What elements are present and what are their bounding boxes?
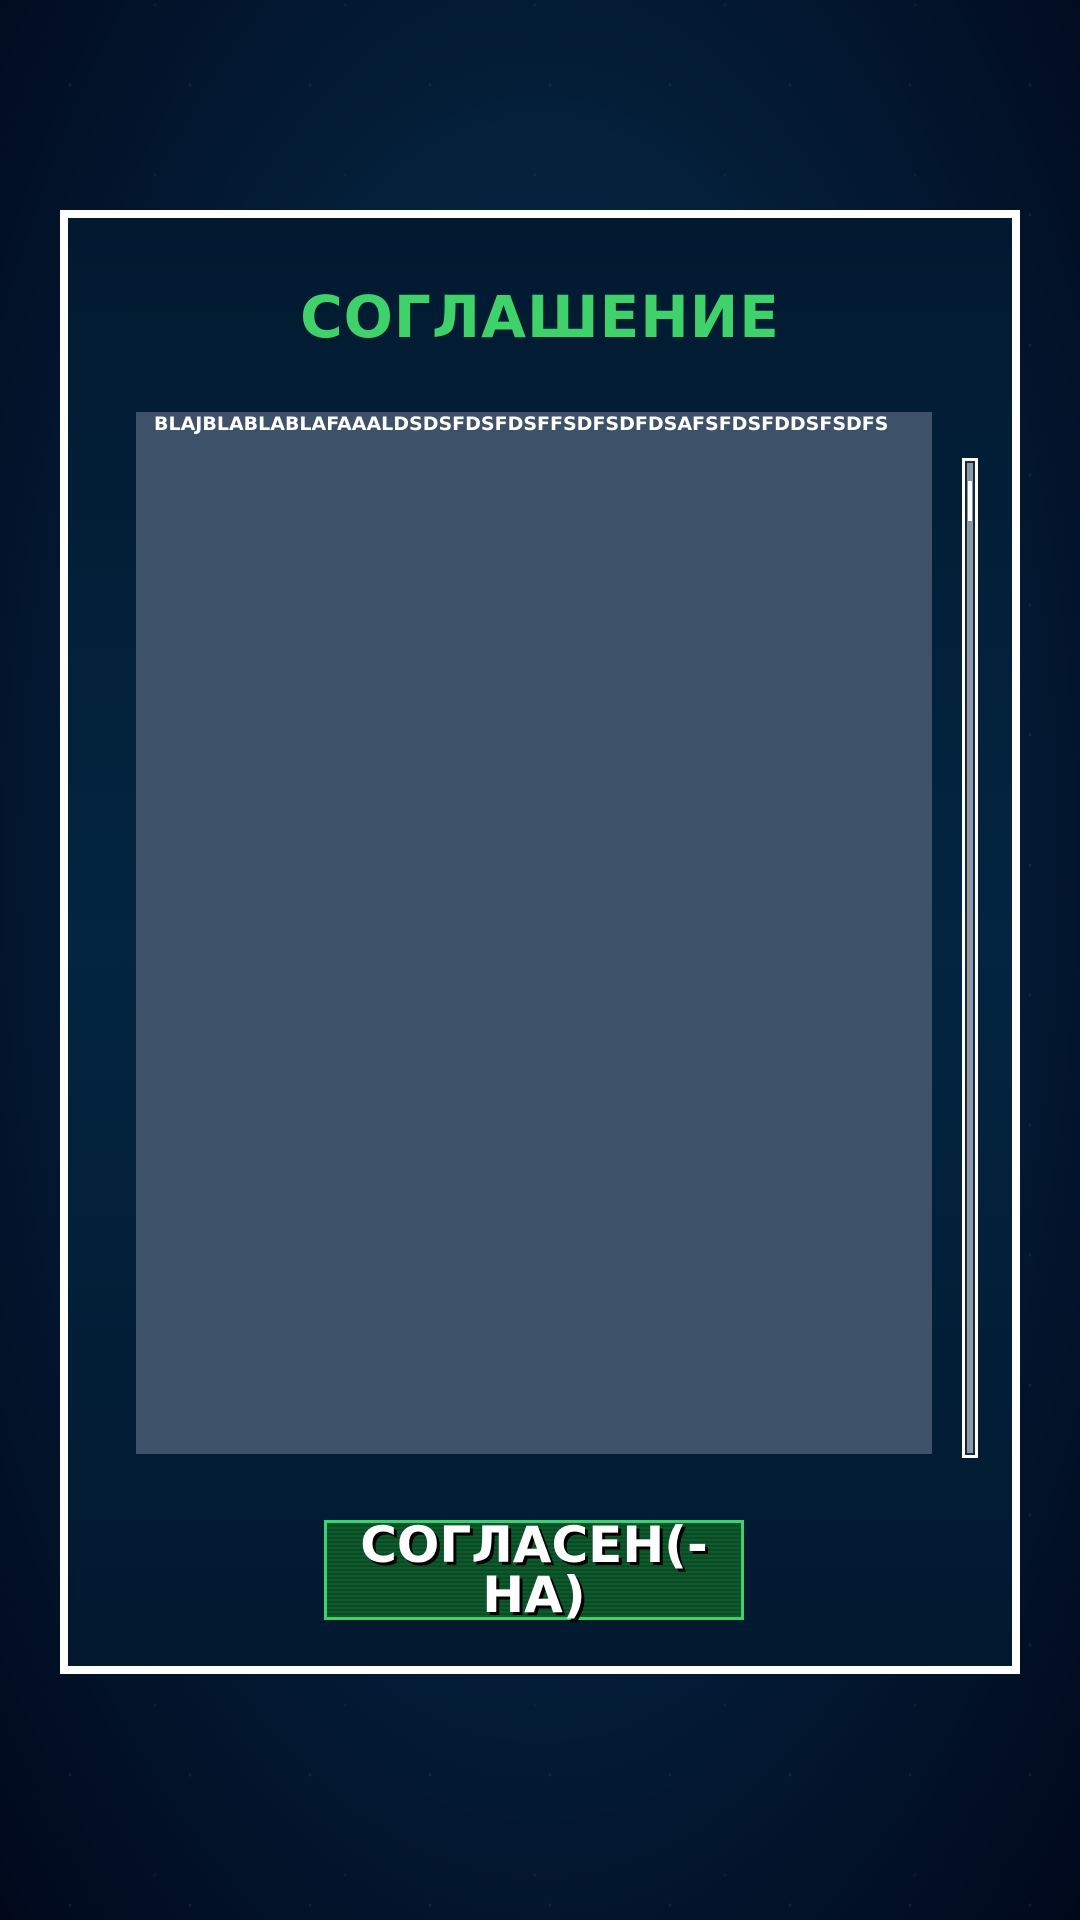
agree-button[interactable]: СОГЛАСЕН(-НА) bbox=[324, 1520, 744, 1620]
agreement-text-panel[interactable]: BLAJBLABLABLAFAAALDSDSFDSFDSFFSDFSDFDSAF… bbox=[136, 412, 932, 1454]
agreement-dialog: СОГЛАШЕНИЕ BLAJBLABLABLAFAAALDSDSFDSFDSF… bbox=[60, 210, 1020, 1674]
agreement-scrollbar[interactable] bbox=[962, 458, 978, 1458]
dialog-title: СОГЛАШЕНИЕ bbox=[300, 283, 780, 351]
scrollbar-track[interactable] bbox=[967, 463, 973, 1453]
scrollbar-thumb[interactable] bbox=[968, 481, 972, 521]
agree-button-label: СОГЛАСЕН(-НА) bbox=[360, 1516, 708, 1624]
agreement-text: BLAJBLABLABLAFAAALDSDSFDSFDSFFSDFSDFDSAF… bbox=[154, 413, 889, 435]
